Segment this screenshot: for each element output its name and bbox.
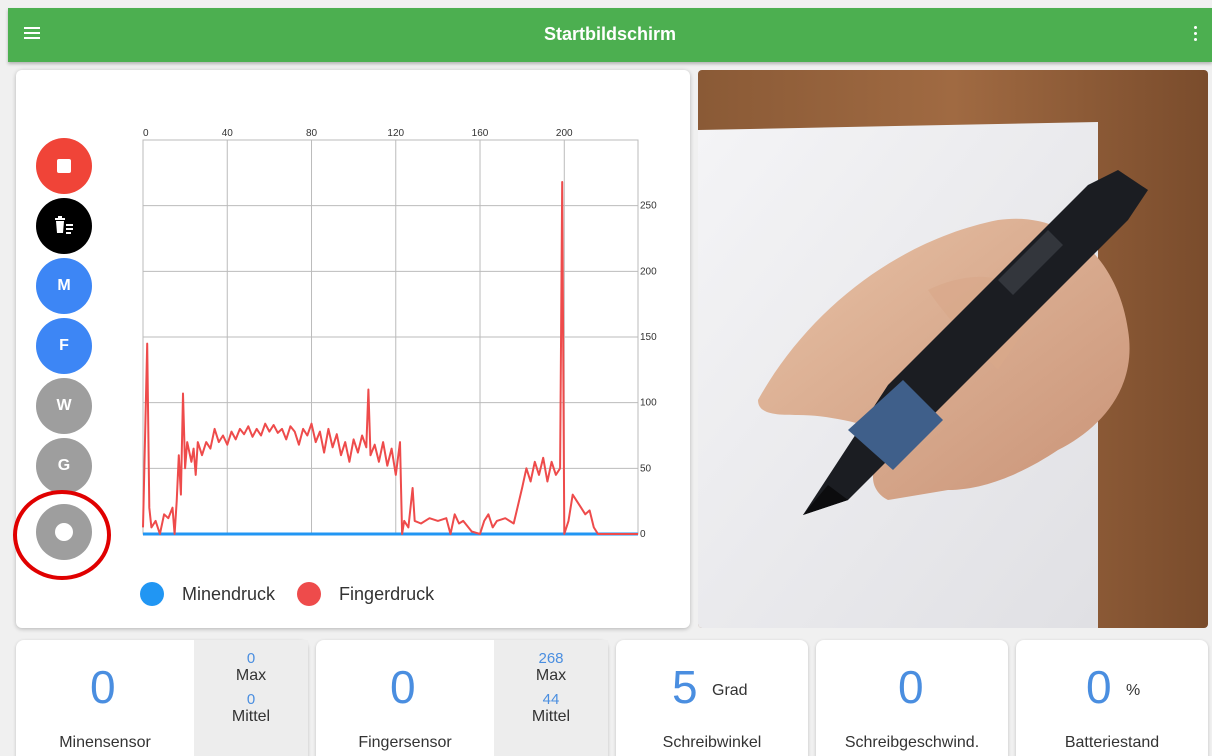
legend-dot-fingerdruck [297,582,322,606]
card-schreibgeschwind: 0 Schreibgeschwind. [816,640,1008,756]
legend-label-minendruck: Minendruck [182,583,276,604]
hand-holding-pen-photo [698,70,1208,628]
delete-list-icon [55,216,73,234]
schreibgeschwind-value: 0 [898,661,924,713]
chart-legend: Minendruck Fingerdruck [140,582,456,606]
batteriestand-unit: % [1126,682,1141,699]
x-tick-label: 120 [387,128,404,139]
fingersensor-max-value: 268 [538,650,564,667]
minensensor-mean-label: Mittel [231,708,271,725]
fingersensor-label: Fingersensor [358,734,452,751]
x-tick-label: 0 [143,128,149,139]
speed-button[interactable]: G [36,438,92,494]
more-vert-icon[interactable] [1190,26,1200,46]
app-bar: Startbildschirm [8,8,1212,62]
finger-button[interactable]: F [36,318,92,374]
fingersensor-value: 0 [390,661,416,713]
y-tick-label: 150 [640,332,657,343]
x-tick-label: 200 [556,128,573,139]
stop-icon [57,159,71,173]
y-tick-label: 250 [640,201,657,212]
chart-card: 0 40 80 120 160 200 0 50 100 150 200 250 M F W G Mi… [16,70,690,628]
clear-button[interactable] [36,198,92,254]
finger-button-label: F [59,337,69,354]
minensensor-label: Minensensor [59,734,151,751]
card-batteriestand: 0 % Batteriestand [1016,640,1208,756]
y-tick-label: 0 [640,529,646,540]
y-tick-label: 200 [640,266,657,277]
minensensor-max-value: 0 [246,650,256,667]
record-icon [55,523,73,541]
minensensor-stats: 0 Max 0 Mittel [194,640,308,756]
card-schreibwinkel: 5 Grad Schreibwinkel [616,640,808,756]
schreibgeschwind-label: Schreibgeschwind. [844,734,980,751]
stop-button[interactable] [36,138,92,194]
fingersensor-max-label: Max [535,667,567,684]
batteriestand-value: 0 [1086,661,1112,713]
x-tick-label: 80 [306,128,318,139]
series-line-fingerdruck [142,181,638,535]
x-tick-label: 160 [472,128,489,139]
x-tick-label: 40 [222,128,234,139]
card-minensensor: 0 Minensensor 0 Max 0 Mittel [16,640,308,756]
schreibwinkel-unit: Grad [712,682,748,699]
mine-button[interactable]: M [36,258,92,314]
fingersensor-stats: 268 Max 44 Mittel [494,640,608,756]
legend-item-fingerdruck: Fingerdruck [297,582,434,606]
minensensor-value: 0 [90,661,116,713]
schreibwinkel-label: Schreibwinkel [662,734,762,751]
angle-button[interactable]: W [36,378,92,434]
minensensor-mean-value: 0 [246,691,256,708]
legend-label-fingerdruck: Fingerdruck [339,583,435,604]
record-button[interactable] [36,504,92,560]
y-tick-label: 100 [640,398,657,409]
minensensor-max-label: Max [235,667,267,684]
legend-item-minendruck: Minendruck [140,582,275,606]
legend-dot-minendruck [140,582,164,606]
y-tick-label: 50 [640,463,652,474]
page-title: Startbildschirm [543,24,677,44]
card-fingersensor: 0 Fingersensor 268 Max 44 Mittel [316,640,608,756]
batteriestand-label: Batteriestand [1064,734,1160,751]
pressure-chart: 0 40 80 120 160 200 0 50 100 150 200 250 [142,128,657,540]
angle-button-label: W [56,397,72,414]
mine-button-label: M [57,277,71,294]
schreibwinkel-value: 5 [672,661,698,713]
speed-button-label: G [57,457,71,474]
fingersensor-mean-label: Mittel [531,708,571,725]
fingersensor-mean-value: 44 [542,691,560,708]
